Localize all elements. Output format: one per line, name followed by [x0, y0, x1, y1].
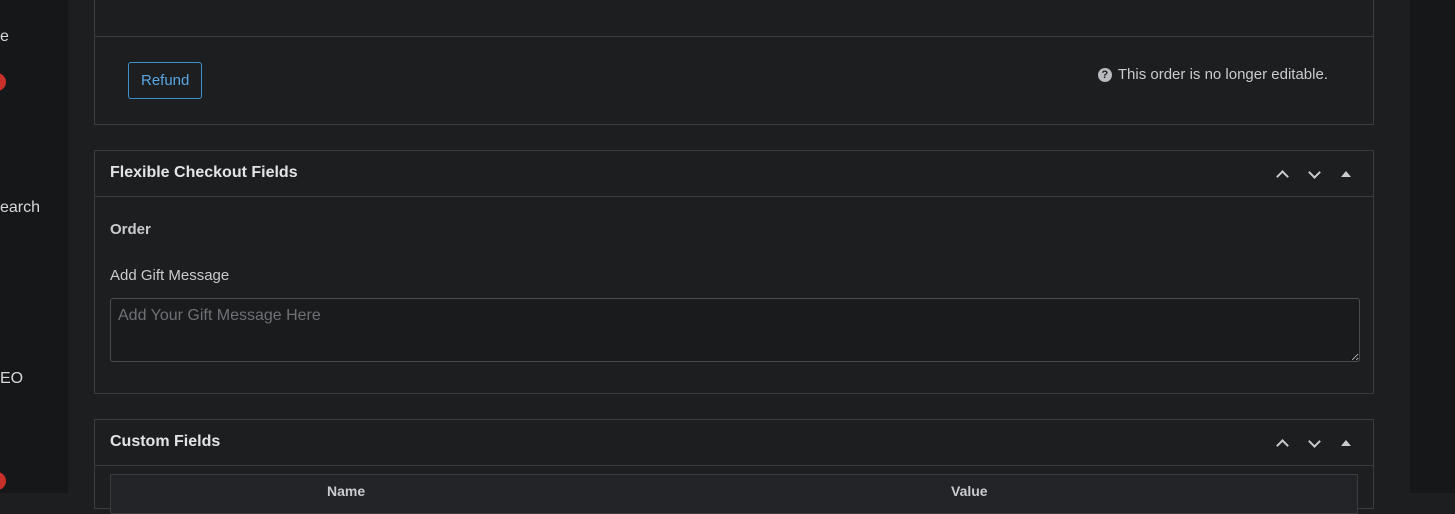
section-label-order: Order: [110, 221, 151, 238]
column-header-name: Name: [327, 483, 366, 499]
admin-sidebar: e earch EO: [0, 0, 68, 493]
gift-message-textarea[interactable]: [110, 298, 1360, 362]
custom-fields-panel: Custom Fields Name Value: [94, 419, 1374, 514]
triangle-up-icon[interactable]: [1333, 430, 1359, 456]
gift-message-label: Add Gift Message: [110, 267, 230, 284]
order-not-editable-notice: ? This order is no longer editable.: [1097, 66, 1328, 83]
order-items-panel: Refund ? This order is no longer editabl…: [94, 0, 1374, 125]
custom-fields-table-header: Name Value: [110, 474, 1358, 514]
refund-button[interactable]: Refund: [128, 62, 203, 99]
panel-controls: [1269, 161, 1359, 187]
chevron-down-icon[interactable]: [1301, 161, 1327, 187]
sidebar-item-seo[interactable]: EO: [0, 370, 23, 388]
panel-title: Custom Fields: [110, 433, 221, 450]
column-header-value: Value: [951, 483, 988, 499]
chevron-up-icon[interactable]: [1269, 161, 1295, 187]
right-gutter: [1410, 0, 1455, 493]
panel-title: Flexible Checkout Fields: [110, 164, 298, 181]
notification-badge: [0, 472, 6, 490]
sidebar-item-search[interactable]: earch: [0, 199, 40, 217]
panel-header: Flexible Checkout Fields: [95, 151, 1373, 197]
panel-header: Custom Fields: [95, 420, 1373, 466]
flexible-checkout-fields-panel: Flexible Checkout Fields Order Add Gift …: [94, 150, 1374, 394]
notification-badge: [0, 73, 6, 91]
chevron-up-icon[interactable]: [1269, 430, 1295, 456]
not-editable-text: This order is no longer editable.: [1117, 66, 1328, 83]
chevron-down-icon[interactable]: [1301, 430, 1327, 456]
main-content: Refund ? This order is no longer editabl…: [68, 0, 1410, 514]
panel-controls: [1269, 430, 1359, 456]
divider: [95, 36, 1373, 37]
help-icon[interactable]: ?: [1097, 67, 1112, 82]
triangle-up-icon[interactable]: [1333, 161, 1359, 187]
sidebar-item-partial-1[interactable]: e: [0, 28, 9, 46]
